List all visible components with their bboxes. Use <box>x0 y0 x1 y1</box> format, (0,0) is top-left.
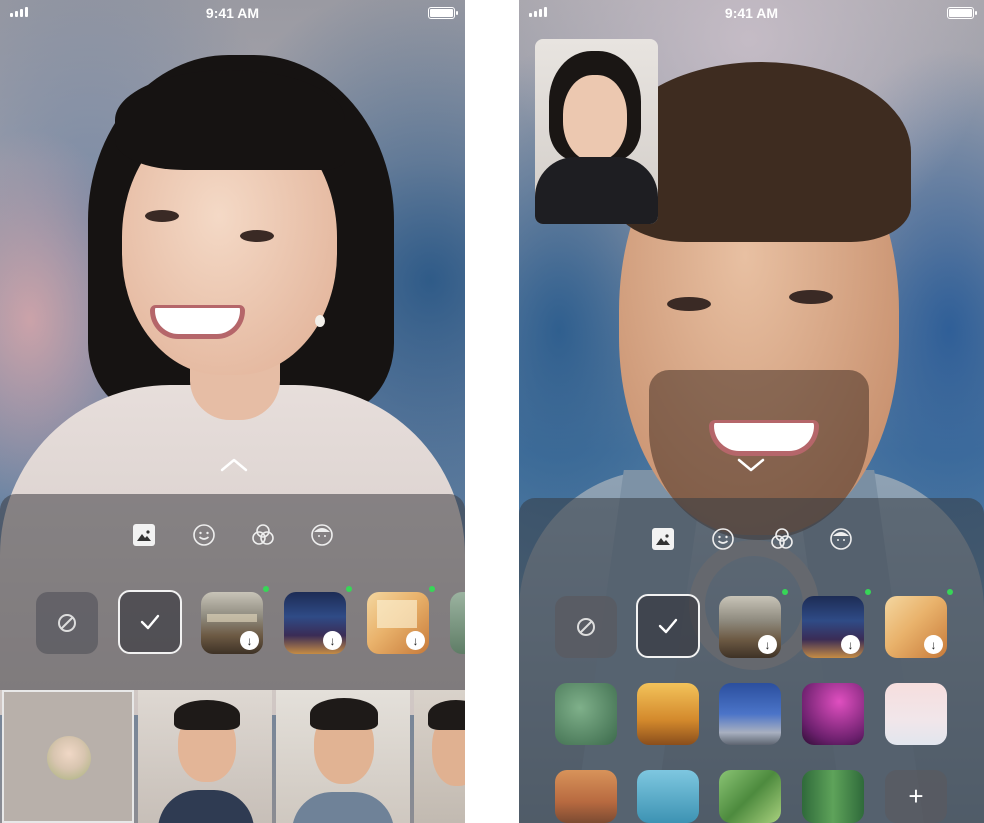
background-city-night[interactable]: ↓ <box>802 596 864 658</box>
participant-3[interactable] <box>414 690 465 823</box>
background-cartoon-room[interactable] <box>555 770 617 823</box>
emoji-effect-icon[interactable] <box>191 522 217 548</box>
self-preview[interactable] <box>2 690 134 823</box>
background-neon-pink[interactable] <box>802 683 864 745</box>
none-icon <box>58 614 76 632</box>
avatar <box>47 736 91 780</box>
background-icon[interactable] <box>133 524 155 546</box>
filters-icon[interactable] <box>769 526 795 552</box>
background-ocean[interactable] <box>637 770 699 823</box>
chevron-up-icon[interactable] <box>219 457 249 473</box>
background-snow-scene[interactable] <box>885 683 947 745</box>
background-living-room[interactable]: ↓ <box>367 592 429 654</box>
status-bar: 9:41 AM <box>0 0 465 26</box>
check-icon <box>658 618 678 634</box>
download-icon[interactable]: ↓ <box>406 631 425 650</box>
background-blur-selected[interactable] <box>118 590 182 654</box>
status-time: 9:41 AM <box>205 5 260 21</box>
avatar-icon[interactable] <box>309 522 335 548</box>
effects-panel: ↓ ↓ ↓ <box>0 494 465 690</box>
background-city-street[interactable] <box>719 683 781 745</box>
background-partial[interactable] <box>450 592 465 654</box>
filters-icon[interactable] <box>250 522 276 548</box>
background-library[interactable]: ↓ <box>201 592 263 654</box>
new-indicator <box>865 589 871 595</box>
background-green-leaves[interactable] <box>555 683 617 745</box>
new-indicator <box>346 586 352 592</box>
new-indicator <box>947 589 953 595</box>
battery-icon <box>947 7 977 19</box>
right-phone-screen: 9:41 AM ↓ ↓ ↓ + <box>519 0 984 823</box>
background-icon[interactable] <box>652 528 674 550</box>
new-indicator <box>263 586 269 592</box>
background-none[interactable] <box>36 592 98 654</box>
avatar-icon[interactable] <box>828 526 854 552</box>
background-green-fields[interactable] <box>719 770 781 823</box>
effects-panel: ↓ ↓ ↓ + <box>519 498 984 823</box>
background-blur-selected[interactable] <box>636 594 700 658</box>
background-forest-road[interactable] <box>802 770 864 823</box>
download-icon[interactable]: ↓ <box>924 635 943 654</box>
none-icon <box>577 618 595 636</box>
battery-icon <box>428 7 458 19</box>
download-icon[interactable]: ↓ <box>323 631 342 650</box>
new-indicator <box>429 586 435 592</box>
left-phone-screen: 9:41 AM ↓ ↓ ↓ <box>0 0 465 823</box>
chevron-down-icon[interactable] <box>736 457 766 473</box>
new-indicator <box>782 589 788 595</box>
background-living-room[interactable]: ↓ <box>885 596 947 658</box>
download-icon[interactable]: ↓ <box>758 635 777 654</box>
participant-2[interactable] <box>276 690 410 823</box>
background-autumn-forest[interactable] <box>637 683 699 745</box>
download-icon[interactable]: ↓ <box>240 631 259 650</box>
background-none[interactable] <box>555 596 617 658</box>
status-bar: 9:41 AM <box>519 0 984 26</box>
add-background-button[interactable]: + <box>885 770 947 823</box>
status-time: 9:41 AM <box>724 5 779 21</box>
emoji-effect-icon[interactable] <box>710 526 736 552</box>
participant-1[interactable] <box>138 690 272 823</box>
self-preview-pip[interactable] <box>535 39 658 224</box>
check-icon <box>140 614 160 630</box>
background-library[interactable]: ↓ <box>719 596 781 658</box>
background-city-night[interactable]: ↓ <box>284 592 346 654</box>
download-icon[interactable]: ↓ <box>841 635 860 654</box>
